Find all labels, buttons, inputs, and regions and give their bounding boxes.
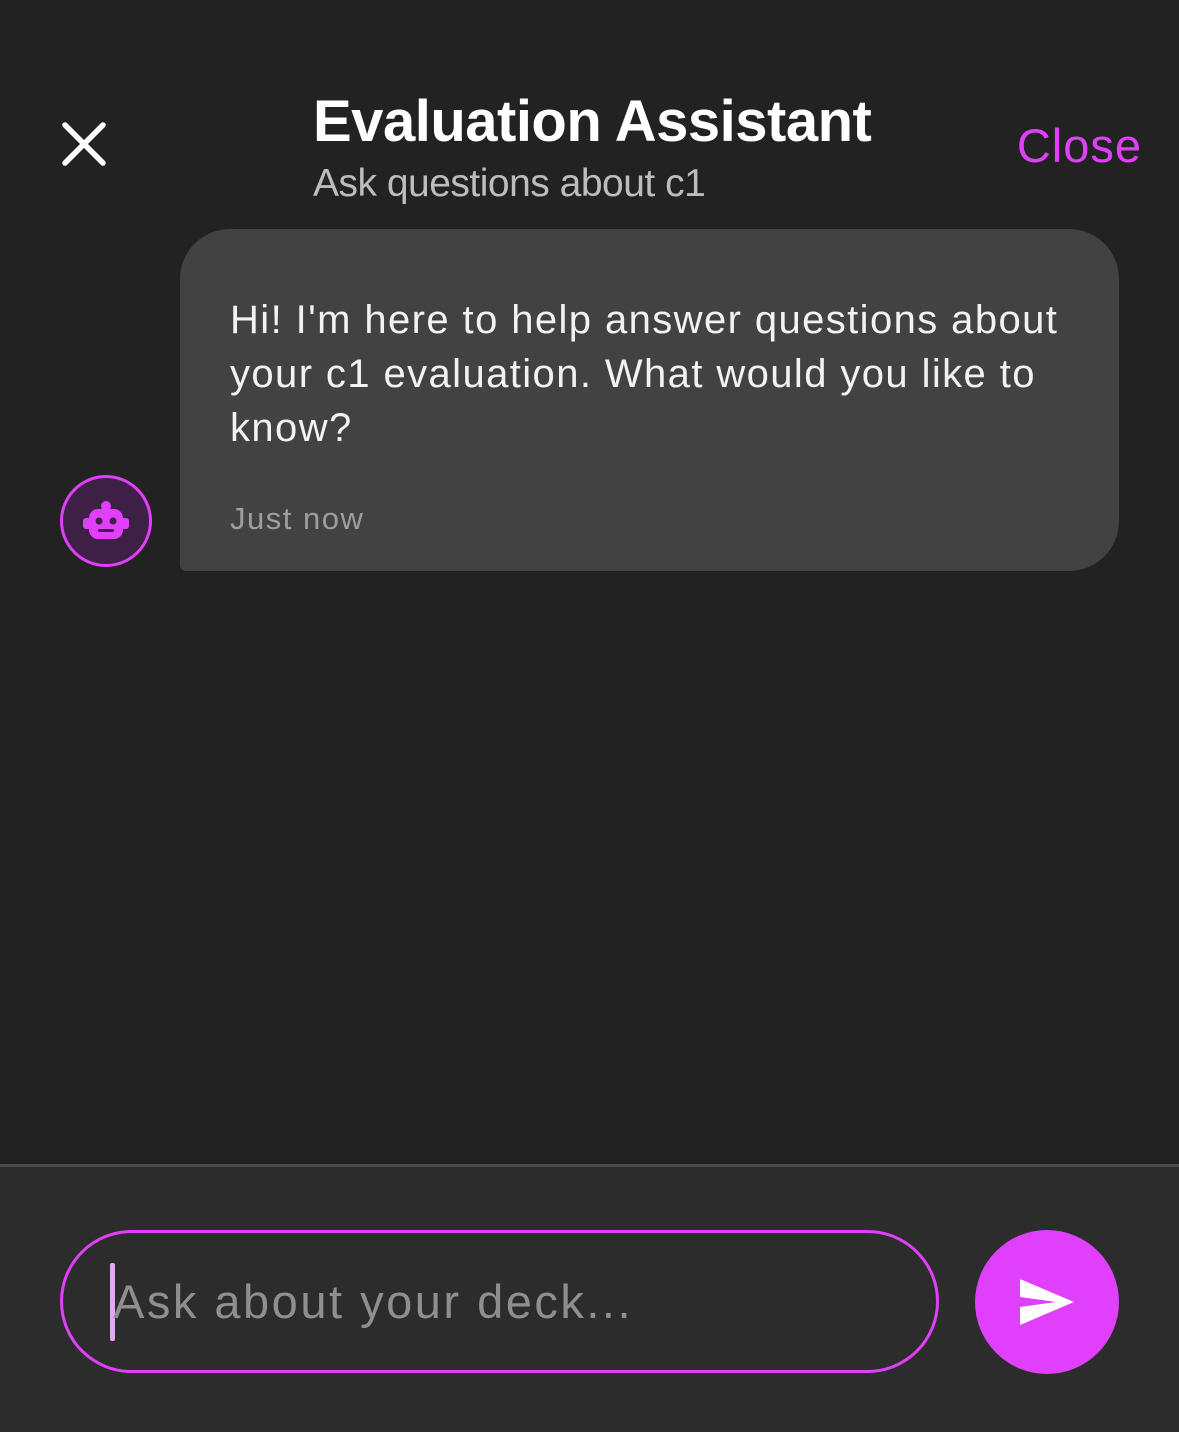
assistant-message-bubble: Hi! I'm here to help answer questions ab…	[180, 229, 1119, 571]
header: Evaluation Assistant Ask questions about…	[0, 0, 1179, 220]
close-icon[interactable]	[58, 118, 110, 170]
message-input[interactable]	[113, 1233, 913, 1370]
composer-bar	[0, 1164, 1179, 1432]
message-list: Hi! I'm here to help answer questions ab…	[0, 220, 1179, 1165]
send-icon	[1020, 1279, 1074, 1325]
send-button[interactable]	[975, 1230, 1119, 1374]
assistant-avatar	[60, 475, 152, 567]
robot-icon	[83, 501, 129, 539]
close-button[interactable]: Close	[1017, 118, 1142, 173]
message-timestamp: Just now	[230, 501, 365, 536]
chat-screen: Evaluation Assistant Ask questions about…	[0, 0, 1179, 1432]
message-input-container[interactable]	[60, 1230, 939, 1373]
page-subtitle: Ask questions about c1	[313, 162, 706, 205]
message-text: Hi! I'm here to help answer questions ab…	[230, 298, 1059, 450]
page-title: Evaluation Assistant	[313, 89, 872, 154]
